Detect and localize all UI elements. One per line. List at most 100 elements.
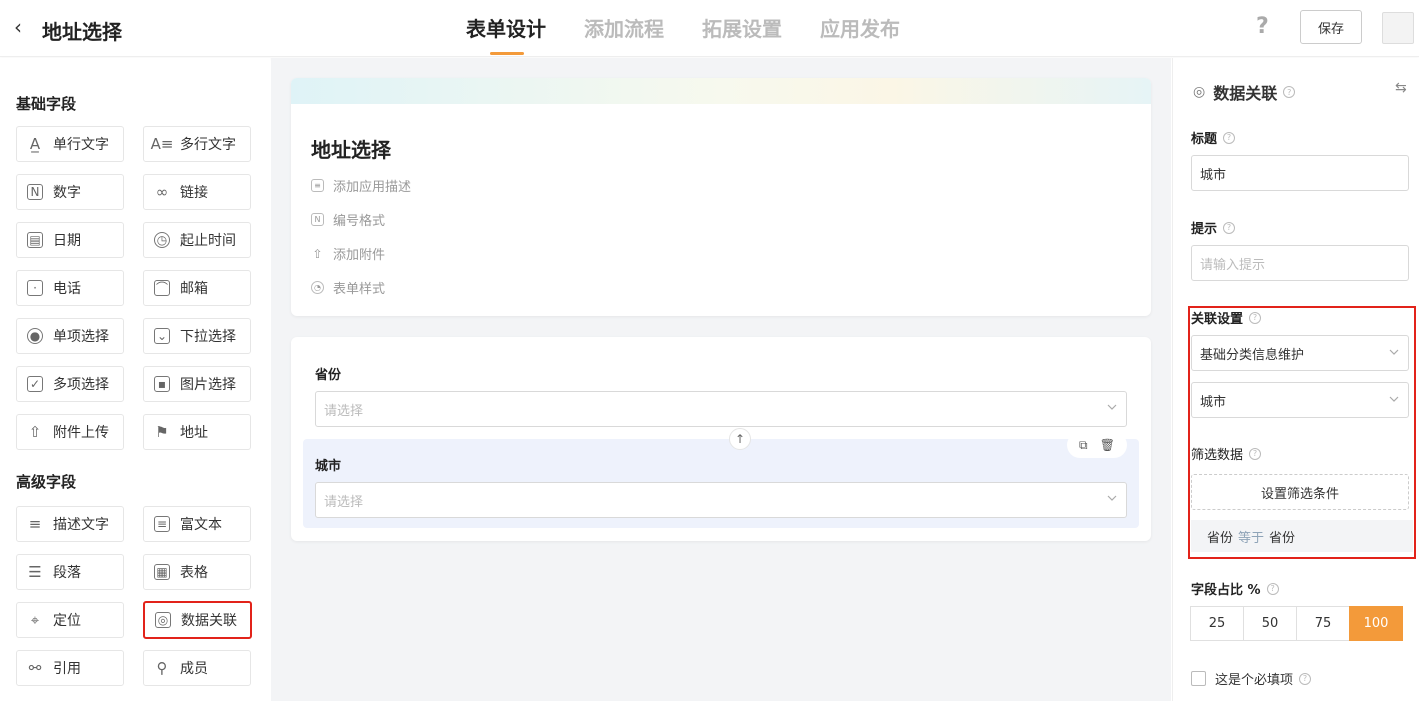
required-checkbox[interactable] — [1191, 671, 1206, 686]
chevron-down-icon — [1107, 495, 1117, 501]
link-settings-label: 关联设置? — [1191, 308, 1262, 327]
ratio-option-50[interactable]: 50 — [1243, 606, 1297, 641]
form-header-card: 地址选择 ≡ 添加应用描述 N 编号格式 ⇧ 添加附件 ◔ 表单样式 — [291, 78, 1151, 316]
delete-icon[interactable]: 🗑 — [1100, 438, 1115, 452]
field-number[interactable]: N 数字 — [16, 174, 124, 210]
field-dropdown[interactable]: ⌄ 下拉选择 — [143, 318, 251, 354]
field-paragraph[interactable]: ☰ 段落 — [16, 554, 124, 590]
properties-panel: ◎ 数据关联 ? ⇆ 标题? 城市 提示? 请输入提示 关联设置? 基础分类信息… — [1172, 58, 1419, 701]
field-date[interactable]: ▤ 日期 — [16, 222, 124, 258]
form-title[interactable]: 地址选择 — [311, 134, 391, 163]
field-link[interactable]: ∞ 链接 — [143, 174, 251, 210]
set-filter-button[interactable]: 设置筛选条件 — [1191, 474, 1409, 510]
field-multi-choice[interactable]: ✓ 多项选择 — [16, 366, 124, 402]
address-icon: ⚑ — [155, 422, 169, 441]
field-actions: ⧉ 🗑 — [1067, 432, 1127, 458]
app-title: 地址选择 — [42, 20, 122, 44]
add-description-link[interactable]: ≡ 添加应用描述 — [311, 176, 411, 195]
reference-icon: ⚯ — [28, 658, 42, 677]
field-phone[interactable]: · 电话 — [16, 270, 124, 306]
copy-icon[interactable]: ⧉ — [1079, 438, 1088, 453]
province-select[interactable]: 请选择 — [315, 391, 1127, 427]
form-style-link[interactable]: ◔ 表单样式 — [311, 278, 385, 297]
tab-app-publish[interactable]: 应用发布 — [820, 16, 900, 42]
add-attachment-link[interactable]: ⇧ 添加附件 — [311, 244, 385, 264]
help-icon[interactable]: ? — [1266, 582, 1279, 595]
title-input[interactable]: 城市 — [1191, 155, 1409, 191]
palette-icon: ◔ — [311, 281, 324, 294]
help-icon[interactable]: ? — [1299, 672, 1312, 685]
avatar[interactable] — [1382, 12, 1414, 44]
checkbox-icon: ✓ — [27, 376, 43, 392]
field-address[interactable]: ⚑ 地址 — [143, 414, 251, 450]
ratio-option-25[interactable]: 25 — [1190, 606, 1244, 641]
clock-icon: ◷ — [154, 232, 170, 248]
field-image-choice[interactable]: ▪ 图片选择 — [143, 366, 251, 402]
tab-form-design[interactable]: 表单设计 — [466, 16, 546, 55]
ratio-option-100[interactable]: 100 — [1349, 606, 1403, 641]
text-multiline-icon: A≡ — [150, 134, 174, 153]
data-link-icon: ◎ — [1193, 84, 1206, 100]
panel-title: ◎ 数据关联 ? — [1193, 80, 1296, 104]
dropdown-icon: ⌄ — [154, 328, 170, 344]
form-fields-card: 省份 请选择 城市 请选择 ↑ ⧉ 🗑 — [291, 337, 1151, 541]
phone-icon: · — [27, 280, 43, 296]
help-icon[interactable]: ? — [1249, 447, 1262, 460]
tab-add-flow[interactable]: 添加流程 — [584, 16, 664, 42]
field-email[interactable]: ⌒ 邮箱 — [143, 270, 251, 306]
field-time-range[interactable]: ◷ 起止时间 — [143, 222, 251, 258]
comment-icon: ≡ — [311, 179, 324, 192]
link-icon: ∞ — [155, 182, 169, 201]
field-location[interactable]: ⌖ 定位 — [16, 602, 124, 638]
city-field-selected[interactable]: 城市 请选择 — [303, 439, 1139, 528]
field-reference[interactable]: ⚯ 引用 — [16, 650, 124, 686]
chevron-down-icon — [1107, 404, 1117, 410]
tab-extend-settings[interactable]: 拓展设置 — [702, 16, 782, 42]
city-select[interactable]: 请选择 — [315, 482, 1127, 518]
ratio-label: 字段占比 %? — [1191, 579, 1279, 598]
table-icon: ▦ — [154, 564, 170, 580]
hint-input[interactable]: 请输入提示 — [1191, 245, 1409, 281]
data-link-icon: ◎ — [155, 612, 171, 628]
link-field-select[interactable]: 城市 — [1191, 382, 1409, 418]
field-palette: 基础字段 A̲ 单行文字 A≡ 多行文字 N 数字 ∞ 链接 ▤ 日期 ◷ 起止时间 · 电话… — [0, 58, 270, 701]
mail-icon: ⌒ — [154, 280, 170, 296]
chevron-left-icon[interactable]: ‹ — [14, 16, 22, 38]
member-icon: ⚲ — [156, 658, 168, 677]
field-attachment[interactable]: ⇧ 附件上传 — [16, 414, 124, 450]
field-member[interactable]: ⚲ 成员 — [143, 650, 251, 686]
number-format-link[interactable]: N 编号格式 — [311, 210, 385, 229]
header-banner — [291, 78, 1151, 104]
swap-icon[interactable]: ⇆ — [1395, 80, 1407, 96]
link-source-select[interactable]: 基础分类信息维护 — [1191, 335, 1409, 371]
move-up-icon[interactable]: ↑ — [729, 428, 751, 450]
field-single-choice[interactable]: ● 单项选择 — [16, 318, 124, 354]
help-icon[interactable]: ? — [1283, 86, 1296, 98]
title-label: 标题? — [1191, 128, 1236, 147]
field-table[interactable]: ▦ 表格 — [143, 554, 251, 590]
field-multi-line-text[interactable]: A≡ 多行文字 — [143, 126, 251, 162]
field-data-link[interactable]: ◎ 数据关联 — [143, 601, 252, 639]
radio-icon: ● — [27, 328, 43, 344]
ratio-option-75[interactable]: 75 — [1296, 606, 1350, 641]
field-single-line-text[interactable]: A̲ 单行文字 — [16, 126, 124, 162]
chevron-down-icon — [1389, 349, 1399, 355]
ratio-selector: 25 50 75 100 — [1190, 606, 1403, 641]
filter-condition: 省份 等于 省份 — [1191, 520, 1413, 552]
help-icon[interactable]: ? — [1256, 14, 1269, 39]
paragraph-icon: ☰ — [28, 562, 42, 581]
image-icon: ▪ — [154, 376, 170, 392]
help-icon[interactable]: ? — [1223, 131, 1236, 144]
top-bar: ‹ 地址选择 表单设计 添加流程 拓展设置 应用发布 ? 保存 — [0, 0, 1419, 57]
field-rich-text[interactable]: ≡ 富文本 — [143, 506, 251, 542]
help-icon[interactable]: ? — [1249, 311, 1262, 324]
form-canvas: 地址选择 ≡ 添加应用描述 N 编号格式 ⇧ 添加附件 ◔ 表单样式 省份 请选择 城市… — [271, 58, 1171, 701]
province-label: 省份 — [315, 368, 342, 383]
number-icon: N — [27, 184, 43, 200]
save-button[interactable]: 保存 — [1300, 10, 1362, 44]
field-description[interactable]: ≡ 描述文字 — [16, 506, 124, 542]
help-icon[interactable]: ? — [1223, 221, 1236, 234]
hint-label: 提示? — [1191, 218, 1236, 237]
required-toggle[interactable]: 这是个必填项 ? — [1191, 669, 1312, 688]
text-line-icon: A̲ — [29, 134, 41, 153]
